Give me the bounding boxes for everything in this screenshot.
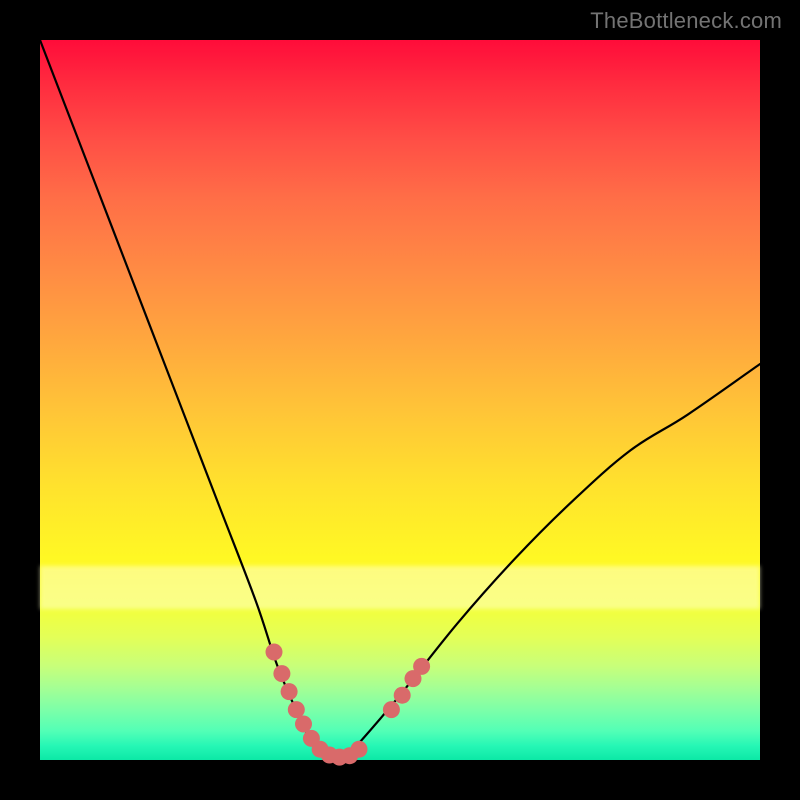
highlight-dot	[273, 665, 290, 682]
highlight-dots	[266, 644, 431, 766]
highlight-dot	[413, 658, 430, 675]
highlight-dot	[295, 716, 312, 733]
highlight-dot	[266, 644, 283, 661]
plot-area	[40, 40, 760, 760]
highlight-dot	[351, 741, 368, 758]
chart-frame: TheBottleneck.com	[0, 0, 800, 800]
highlight-dot	[394, 687, 411, 704]
watermark-text: TheBottleneck.com	[590, 8, 782, 34]
highlight-dot	[281, 683, 298, 700]
bottleneck-curve	[40, 40, 760, 762]
highlight-dot	[383, 701, 400, 718]
highlight-dot	[288, 701, 305, 718]
curve-layer	[40, 40, 760, 760]
